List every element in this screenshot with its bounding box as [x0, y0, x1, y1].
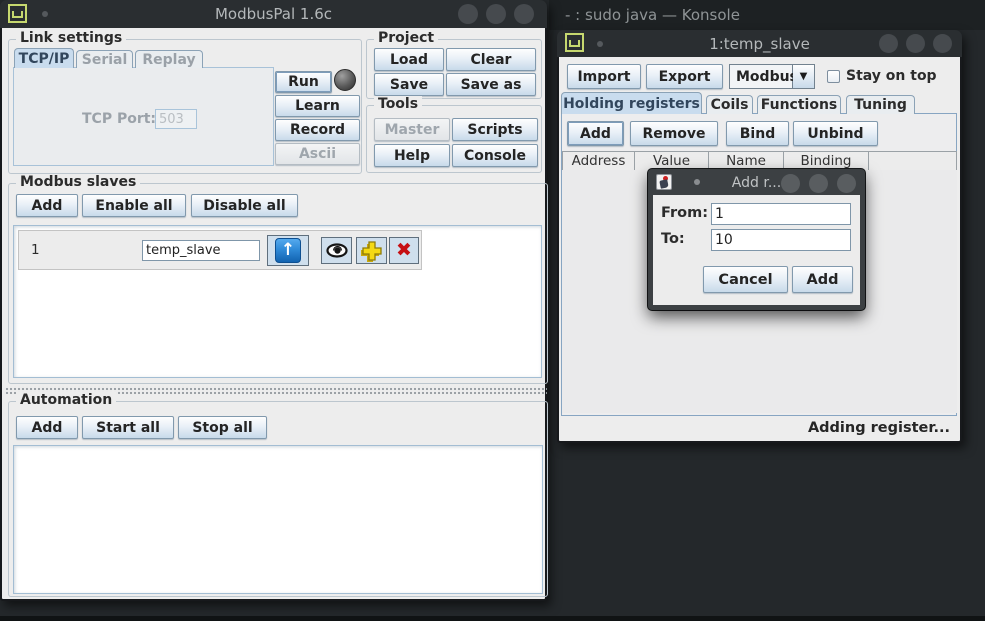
ascii-button[interactable]: Ascii — [275, 143, 360, 165]
window-control-button[interactable] — [879, 34, 898, 53]
record-button[interactable]: Record — [275, 119, 360, 141]
learn-button[interactable]: Learn — [275, 95, 360, 117]
window-control-button[interactable] — [837, 174, 856, 193]
window-control-button[interactable] — [906, 34, 925, 53]
add-register-dialog: Add r... From: To: Cancel Add — [648, 169, 865, 310]
cancel-button[interactable]: Cancel — [703, 266, 788, 293]
modbuspal-window: ModbusPal 1.6c Link settings TCP/IP Seri… — [0, 0, 547, 601]
tcp-port-label: TCP Port: — [82, 111, 152, 127]
register-unbind-button[interactable]: Unbind — [793, 121, 878, 146]
tcp-port-input[interactable] — [155, 109, 197, 129]
chevron-down-icon[interactable]: ▼ — [793, 64, 815, 89]
dialog-content: From: To: Cancel Add — [653, 195, 860, 305]
scripts-button[interactable]: Scripts — [452, 118, 538, 141]
run-led-indicator — [334, 69, 356, 91]
console-button[interactable]: Console — [452, 144, 538, 167]
tab-tuning[interactable]: Tuning — [846, 95, 915, 114]
modbus-mode-value: Modbus — [729, 64, 793, 89]
automation-title: Automation — [16, 392, 116, 408]
link-settings-title: Link settings — [16, 30, 126, 46]
from-input[interactable] — [711, 203, 851, 225]
slave-enabled-toggle-button[interactable]: ↑ — [267, 235, 309, 266]
export-button[interactable]: Export — [646, 64, 723, 89]
status-message: Adding register... — [808, 420, 950, 436]
disable-all-button[interactable]: Disable all — [191, 194, 298, 217]
help-button[interactable]: Help — [374, 144, 450, 167]
dialog-title: Add r... — [648, 175, 865, 191]
tab-tcpip[interactable]: TCP/IP — [14, 48, 74, 68]
slave-name-input[interactable] — [142, 240, 260, 261]
column-header-value[interactable]: Value — [634, 151, 709, 171]
konsole-titlebar[interactable]: - : sudo java — Konsole — [549, 0, 985, 30]
tools-title: Tools — [374, 96, 422, 112]
stay-on-top-label: Stay on top — [846, 68, 937, 84]
window-control-button[interactable] — [486, 4, 506, 24]
slaves-list: 1 ↑ — [13, 225, 542, 378]
tab-coils[interactable]: Coils — [706, 95, 753, 114]
konsole-title: - : sudo java — Konsole — [565, 6, 740, 24]
tab-functions[interactable]: Functions — [757, 95, 841, 114]
column-header-address[interactable]: Address — [562, 151, 635, 171]
to-label: To: — [661, 231, 685, 247]
window-control-button[interactable] — [781, 174, 800, 193]
slave-duplicate-button[interactable] — [356, 237, 387, 264]
load-button[interactable]: Load — [374, 48, 444, 71]
clear-button[interactable]: Clear — [446, 48, 536, 71]
stop-all-button[interactable]: Stop all — [178, 416, 267, 439]
automation-add-button[interactable]: Add — [16, 416, 78, 439]
window-control-button[interactable] — [809, 174, 828, 193]
master-button[interactable]: Master — [374, 118, 450, 141]
start-all-button[interactable]: Start all — [82, 416, 174, 439]
stay-on-top-checkbox[interactable] — [827, 70, 840, 83]
slave-id: 1 — [31, 242, 40, 258]
dialog-add-button[interactable]: Add — [792, 266, 853, 293]
tab-replay[interactable]: Replay — [135, 50, 203, 68]
up-arrow-icon: ↑ — [275, 238, 301, 263]
modbus-mode-select[interactable]: Modbus ▼ — [729, 64, 815, 89]
save-as-button[interactable]: Save as — [446, 73, 536, 96]
window-control-button[interactable] — [458, 4, 478, 24]
to-input[interactable] — [711, 229, 851, 251]
from-label: From: — [661, 205, 708, 221]
register-add-button[interactable]: Add — [567, 121, 624, 146]
register-remove-button[interactable]: Remove — [630, 121, 718, 146]
slave-titlebar[interactable]: 1:temp_slave — [557, 30, 962, 57]
slave-window-title: 1:temp_slave — [557, 35, 962, 53]
automation-list — [13, 445, 543, 594]
desktop-bottom-edge — [0, 616, 985, 621]
window-control-button[interactable] — [933, 34, 952, 53]
delete-x-icon: ✖ — [396, 241, 412, 260]
column-header-name[interactable]: Name — [708, 151, 784, 171]
tab-holding-registers[interactable]: Holding registers — [561, 92, 702, 114]
import-button[interactable]: Import — [567, 64, 641, 89]
slaves-add-button[interactable]: Add — [16, 194, 78, 217]
modbuspal-titlebar[interactable]: ModbusPal 1.6c — [0, 0, 547, 28]
slave-row[interactable]: 1 ↑ — [18, 230, 422, 270]
column-header-empty[interactable] — [868, 151, 957, 171]
modbus-slaves-title: Modbus slaves — [16, 174, 140, 190]
window-control-button[interactable] — [514, 4, 534, 24]
register-bind-button[interactable]: Bind — [726, 121, 789, 146]
slave-delete-button[interactable]: ✖ — [389, 237, 419, 264]
enable-all-button[interactable]: Enable all — [82, 194, 186, 217]
run-button[interactable]: Run — [275, 71, 332, 93]
project-title: Project — [374, 30, 438, 46]
tab-serial[interactable]: Serial — [76, 50, 133, 68]
desktop: - : sudo java — Konsole ModbusPal 1.6c L… — [0, 0, 985, 621]
eye-icon — [326, 243, 348, 258]
save-button[interactable]: Save — [374, 73, 444, 96]
dialog-titlebar[interactable]: Add r... — [648, 169, 865, 195]
slave-view-button[interactable] — [321, 237, 352, 264]
plus-icon — [361, 240, 383, 262]
column-header-binding[interactable]: Binding — [783, 151, 869, 171]
